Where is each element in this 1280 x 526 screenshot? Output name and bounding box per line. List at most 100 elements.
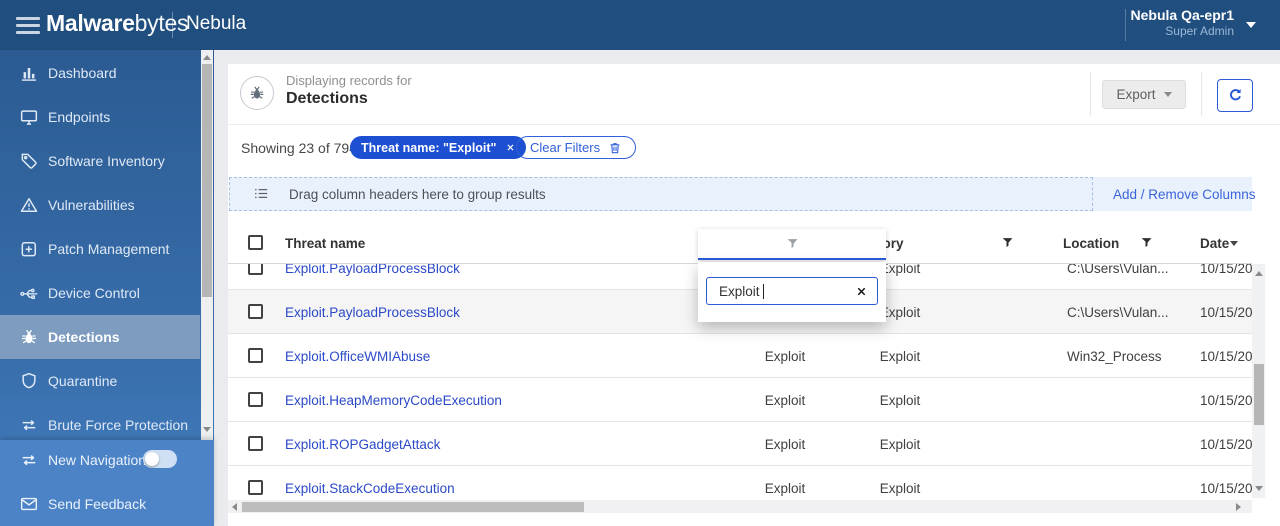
sort-caret-icon[interactable] — [1230, 241, 1238, 246]
caret-down-icon — [1163, 92, 1172, 97]
scroll-right-icon[interactable] — [1236, 502, 1241, 511]
sidebar-item-device-control[interactable]: Device Control — [0, 271, 200, 315]
detections-bug-badge — [240, 76, 274, 110]
threat-name-link[interactable]: Exploit.StackCodeExecution — [285, 481, 455, 496]
clear-filters-button[interactable]: Clear Filters — [516, 136, 637, 159]
hamburger-menu-icon[interactable] — [16, 17, 40, 34]
type-cell: Exploit — [764, 349, 806, 364]
sidebar-scroll-up-icon[interactable] — [203, 55, 211, 60]
sidebar-scroll-down-icon[interactable] — [203, 427, 211, 432]
horizontal-scrollbar-thumb[interactable] — [242, 501, 584, 512]
detections-panel: Displaying records for Detections Export… — [228, 64, 1280, 526]
row-checkbox[interactable] — [248, 264, 263, 275]
brand-bold: Malware — [46, 10, 135, 36]
table-row[interactable]: Exploit.OfficeWMIAbuse Exploit Exploit W… — [228, 334, 1252, 378]
account-caret-icon[interactable] — [1246, 22, 1256, 28]
row-checkbox[interactable] — [248, 436, 263, 451]
table-row[interactable]: Exploit.HeapMemoryCodeExecution Exploit … — [228, 378, 1252, 422]
trash-icon — [608, 141, 622, 155]
column-header-threat-name[interactable]: Threat name — [285, 236, 365, 251]
header-divider — [1090, 72, 1091, 116]
date-cell: 10/15/20 — [1200, 305, 1252, 320]
sidebar-item-new-navigation[interactable]: New Navigation — [0, 440, 214, 482]
plus-square-icon — [19, 239, 39, 259]
threat-name-link[interactable]: Exploit.HeapMemoryCodeExecution — [285, 393, 502, 408]
threat-name-link[interactable]: Exploit.ROPGadgetAttack — [285, 437, 440, 452]
header-separator — [228, 124, 1280, 125]
category-cell: Exploit — [879, 349, 921, 364]
type-cell: Exploit — [764, 481, 806, 496]
threat-name-link[interactable]: Exploit.OfficeWMIAbuse — [285, 349, 430, 364]
sidebar-item-software-inventory[interactable]: Software Inventory — [0, 139, 200, 183]
table-vertical-scrollbar[interactable] — [1252, 264, 1265, 498]
scroll-up-icon[interactable] — [1254, 271, 1263, 276]
brand-light: bytes — [134, 10, 189, 36]
table-row[interactable]: Exploit.ROPGadgetAttack Exploit Exploit … — [228, 422, 1252, 466]
table-row[interactable]: Exploit.StackCodeExecution Exploit Explo… — [228, 466, 1252, 500]
date-cell: 10/15/20 — [1200, 437, 1252, 452]
transfer-arrows-icon — [19, 450, 39, 470]
account-name: Nebula Qa-epr1 — [1130, 7, 1234, 23]
row-checkbox[interactable] — [248, 480, 263, 495]
group-list-icon — [253, 185, 270, 202]
tag-icon — [19, 151, 39, 171]
sidebar-item-vulnerabilities[interactable]: Vulnerabilities — [0, 183, 200, 227]
add-remove-columns-link[interactable]: Add / Remove Columns — [1113, 187, 1256, 202]
product-name: Nebula — [186, 13, 247, 34]
select-all-checkbox[interactable] — [248, 235, 263, 250]
sidebar-item-endpoints[interactable]: Endpoints — [0, 95, 200, 139]
scroll-left-icon[interactable] — [232, 502, 237, 511]
toggle-knob — [145, 452, 159, 466]
type-cell: Exploit — [764, 393, 806, 408]
sidebar-item-patch-management[interactable]: Patch Management — [0, 227, 200, 271]
row-checkbox[interactable] — [248, 304, 263, 319]
usb-icon — [19, 283, 39, 303]
filter-chip-threat-name[interactable]: Threat name: "Exploit" — [350, 136, 526, 159]
column-filter-popup: Exploit — [698, 262, 886, 322]
location-cell: Win32_Process — [1067, 349, 1162, 364]
page-subtitle: Displaying records for — [286, 73, 412, 88]
sidebar-scrollbar-thumb[interactable] — [202, 64, 212, 297]
filter-funnel-icon[interactable] — [1140, 236, 1153, 249]
location-cell: C:\Users\Vulan... — [1067, 305, 1169, 320]
filter-funnel-icon[interactable] — [1001, 236, 1014, 249]
account-menu[interactable]: Nebula Qa-epr1 Super Admin — [1131, 7, 1234, 38]
export-button[interactable]: Export — [1102, 80, 1186, 109]
row-checkbox[interactable] — [248, 392, 263, 407]
row-checkbox[interactable] — [248, 348, 263, 363]
refresh-icon — [1227, 87, 1244, 104]
text-cursor — [763, 284, 764, 299]
date-cell: 10/15/20 — [1200, 349, 1252, 364]
group-hint-text: Drag column headers here to group result… — [289, 187, 546, 202]
column-header-location[interactable]: Location — [1063, 236, 1119, 251]
logo-divider — [172, 12, 173, 38]
refresh-button[interactable] — [1217, 79, 1253, 112]
filter-input[interactable]: Exploit — [706, 277, 878, 305]
monitor-icon — [19, 107, 39, 127]
warning-triangle-icon — [19, 195, 39, 215]
threat-name-link[interactable]: Exploit.PayloadProcessBlock — [285, 264, 460, 276]
group-by-bar[interactable]: Drag column headers here to group result… — [229, 177, 1256, 211]
column-header-date[interactable]: Date — [1200, 236, 1229, 251]
results-summary: Showing 23 of 794. — [241, 140, 361, 156]
column-filter-header-cell[interactable] — [698, 229, 886, 260]
date-cell: 10/15/20 — [1200, 393, 1252, 408]
account-role: Super Admin — [1165, 24, 1234, 38]
category-cell: Exploit — [879, 393, 921, 408]
vertical-scrollbar-thumb[interactable] — [1253, 364, 1264, 425]
threat-name-link[interactable]: Exploit.PayloadProcessBlock — [285, 305, 460, 320]
sidebar-item-detections[interactable]: Detections — [0, 315, 200, 359]
close-icon[interactable] — [506, 143, 515, 152]
new-navigation-toggle[interactable] — [143, 450, 177, 468]
table-horizontal-scrollbar[interactable] — [228, 500, 1252, 513]
sidebar-item-dashboard[interactable]: Dashboard — [0, 51, 200, 95]
date-cell: 10/15/20 — [1200, 264, 1252, 276]
malwarebytes-logo: Malwarebytes — [46, 10, 188, 37]
account-divider — [1125, 9, 1126, 41]
scroll-down-icon[interactable] — [1254, 486, 1263, 491]
bug-icon — [19, 327, 39, 347]
filter-funnel-icon[interactable] — [786, 237, 799, 250]
clear-input-icon[interactable] — [856, 286, 867, 297]
sidebar-item-send-feedback[interactable]: Send Feedback — [0, 484, 214, 526]
sidebar-item-quarantine[interactable]: Quarantine — [0, 359, 200, 403]
